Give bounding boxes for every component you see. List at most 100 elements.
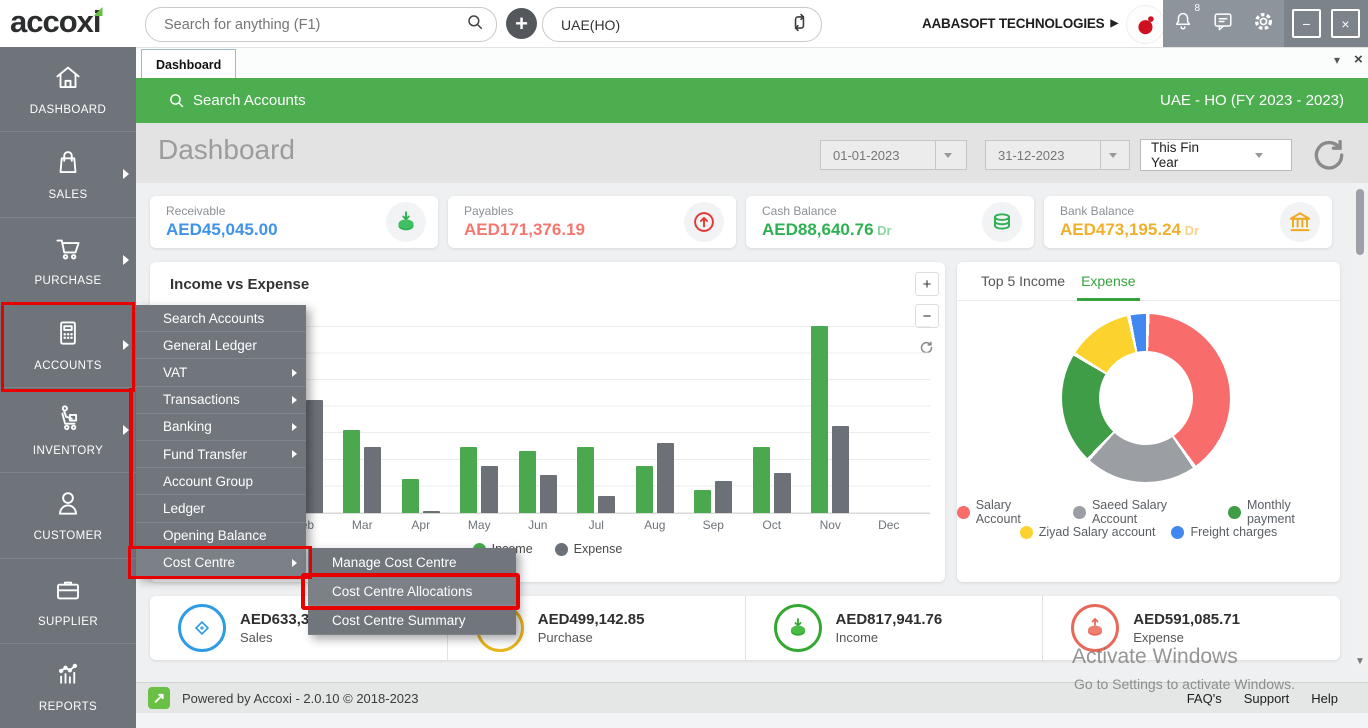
menu-item-search-accounts[interactable]: Search Accounts [136, 305, 306, 332]
donut-legend-item: Ziyad Salary account [1020, 525, 1156, 539]
total-label: Expense [1133, 630, 1240, 645]
inventory-icon [53, 403, 83, 438]
month-label: Sep [684, 518, 743, 532]
donut-legend-item: Salary Account [957, 498, 1057, 526]
date-from-dropdown-icon[interactable] [935, 141, 960, 169]
tab-top5-expense[interactable]: Expense [1081, 262, 1135, 300]
settings-button[interactable] [1252, 10, 1275, 38]
legend-dot [1228, 506, 1241, 519]
cash-coins-icon [982, 202, 1022, 242]
fiscal-year-label: UAE - HO (FY 2023 - 2023) [1160, 92, 1344, 109]
sidebar-item-label: PURCHASE [34, 275, 101, 287]
avatar[interactable] [1126, 5, 1165, 44]
bell-icon [1172, 10, 1194, 32]
donut-legend-row: Salary AccountSaeed Salary AccountMonthl… [957, 498, 1340, 526]
chart-zoom-in-button[interactable]: + [915, 272, 939, 296]
close-button[interactable]: × [1331, 9, 1360, 38]
submenu-item-cost-centre-summary[interactable]: Cost Centre Summary [308, 606, 516, 635]
topbar-icon-strip: 8 [1163, 0, 1284, 47]
global-search [145, 7, 497, 42]
sidebar-item-supplier[interactable]: SUPPLIER [0, 559, 136, 644]
switch-organization-icon[interactable] [790, 13, 809, 37]
search-accounts-button[interactable]: Search Accounts [168, 92, 306, 109]
submenu-item-manage-cost-centre[interactable]: Manage Cost Centre [308, 548, 516, 577]
sidebar-item-accounts[interactable]: ACCOUNTS [0, 303, 136, 388]
messages-button[interactable] [1212, 10, 1234, 37]
footer-link-help[interactable]: Help [1311, 691, 1338, 706]
sidebar-item-purchase[interactable]: PURCHASE [0, 218, 136, 303]
date-to-dropdown-icon[interactable] [1100, 141, 1125, 169]
company-menu[interactable]: AABASOFT TECHNOLOGIES▶ [900, 0, 1118, 47]
company-name: AABASOFT TECHNOLOGIES [922, 16, 1105, 31]
donut-chart [1062, 314, 1230, 482]
submenu-item-label: Manage Cost Centre [332, 555, 457, 570]
income-bar [402, 479, 419, 513]
month-label: Apr [392, 518, 451, 532]
date-from-input[interactable] [831, 147, 935, 164]
submenu-arrow-icon [292, 450, 297, 458]
total-amount: AED817,941.76 [836, 611, 943, 628]
legend-label: Freight charges [1190, 525, 1277, 539]
tab-list-caret-icon[interactable]: ▾ [1334, 53, 1340, 67]
tab-dashboard[interactable]: Dashboard [141, 49, 236, 79]
organization-selector[interactable]: UAE(HO) [542, 7, 822, 42]
scrollbar-thumb[interactable] [1356, 189, 1364, 255]
accoxi-footer-logo: ↗ [148, 687, 170, 709]
menu-item-banking[interactable]: Banking [136, 414, 306, 441]
legend-dot [957, 506, 970, 519]
total-label: Income [836, 630, 943, 645]
submenu-arrow-icon [292, 369, 297, 377]
menu-item-label: Fund Transfer [163, 447, 247, 462]
donut-legend-row: Ziyad Salary account Freight charges [957, 525, 1340, 539]
legend-label: Saeed Salary Account [1092, 498, 1212, 526]
add-button[interactable]: + [506, 8, 537, 39]
menu-item-opening-balance[interactable]: Opening Balance [136, 523, 306, 550]
sidebar-item-dashboard[interactable]: DASHBOARD [0, 47, 136, 132]
sidebar-item-sales[interactable]: SALES [0, 132, 136, 217]
footer-link-faqs[interactable]: FAQ's [1187, 691, 1222, 706]
notification-badge: 8 [1194, 3, 1200, 14]
accounts-menu: Search AccountsGeneral LedgerVATTransact… [136, 305, 306, 577]
refresh-dashboard-button[interactable] [1310, 136, 1348, 179]
expense-bar [364, 447, 381, 513]
menu-item-vat[interactable]: VAT [136, 359, 306, 386]
submenu-item-label: Cost Centre Allocations [332, 584, 472, 599]
menu-item-transactions[interactable]: Transactions [136, 387, 306, 414]
date-to-input[interactable] [996, 147, 1100, 164]
scrollbar-down-arrow-icon[interactable]: ▼ [1353, 656, 1367, 667]
menu-item-account-group[interactable]: Account Group [136, 468, 306, 495]
app-logo-text: accoxi [10, 4, 101, 39]
sidebar-item-inventory[interactable]: INVENTORY [0, 388, 136, 473]
menu-item-fund-transfer[interactable]: Fund Transfer [136, 441, 306, 468]
global-search-input[interactable] [162, 16, 466, 34]
tab-top5-income[interactable]: Top 5 Income [981, 273, 1065, 289]
legend-dot [555, 543, 568, 556]
legend-dot [1073, 506, 1086, 519]
search-accounts-label: Search Accounts [193, 92, 306, 109]
submenu-item-cost-centre-allocations[interactable]: Cost Centre Allocations [308, 577, 516, 606]
menu-item-ledger[interactable]: Ledger [136, 495, 306, 522]
app-logo: accoxi [10, 4, 101, 40]
expense-bar [423, 511, 440, 513]
bar-group-nov [801, 300, 860, 513]
windows-watermark-line1: Activate Windows [1072, 645, 1238, 669]
chart-bars [216, 300, 918, 513]
menu-item-general-ledger[interactable]: General Ledger [136, 332, 306, 359]
footer-link-support[interactable]: Support [1244, 691, 1290, 706]
total-amount: AED499,142.85 [538, 611, 645, 628]
tab-close-icon[interactable]: × [1354, 51, 1363, 68]
period-select[interactable]: This Fin Year [1140, 139, 1292, 171]
sidebar-item-label: DASHBOARD [30, 104, 106, 116]
menu-item-cost-centre[interactable]: Cost Centre [136, 550, 306, 577]
submenu-arrow-icon [292, 396, 297, 404]
summary-card-bank-balance: Bank BalanceAED473,195.24 Dr [1044, 196, 1332, 248]
summary-card-label: Bank Balance [1060, 204, 1134, 218]
sidebar-item-reports[interactable]: REPORTS [0, 644, 136, 728]
tab-label: Dashboard [156, 58, 221, 72]
sidebar-item-customer[interactable]: CUSTOMER [0, 473, 136, 558]
submenu-arrow-icon [292, 423, 297, 431]
notifications-button[interactable]: 8 [1172, 10, 1194, 37]
expense-bar [657, 443, 674, 513]
minimize-button[interactable]: − [1292, 9, 1321, 38]
reports-icon [53, 659, 83, 694]
